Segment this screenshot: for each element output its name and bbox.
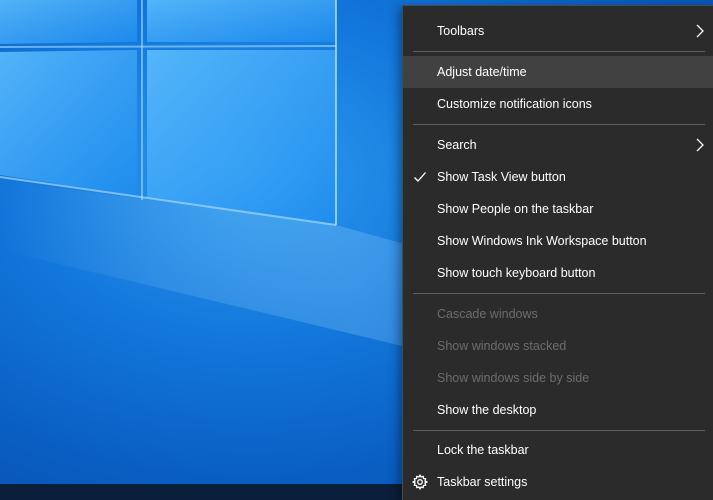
menu-separator	[413, 51, 705, 52]
menu-item-label: Search	[437, 138, 477, 152]
gear-icon	[412, 474, 428, 490]
menu-item-adjust-date-time[interactable]: Adjust date/time	[403, 56, 713, 88]
menu-item-show-windows-ink[interactable]: Show Windows Ink Workspace button	[403, 225, 713, 257]
menu-item-label: Show touch keyboard button	[437, 266, 596, 280]
menu-item-label: Customize notification icons	[437, 97, 592, 111]
menu-item-label: Adjust date/time	[437, 65, 527, 79]
menu-item-label: Cascade windows	[437, 307, 538, 321]
menu-separator	[413, 124, 705, 125]
menu-item-cascade-windows: Cascade windows	[403, 298, 713, 330]
checkmark-icon	[414, 172, 426, 182]
menu-item-show-windows-stacked: Show windows stacked	[403, 330, 713, 362]
menu-item-label: Show windows side by side	[437, 371, 590, 385]
taskbar-context-menu: Toolbars Adjust date/time Customize noti…	[402, 5, 713, 500]
menu-item-label: Show windows stacked	[437, 339, 567, 353]
menu-item-toolbars[interactable]: Toolbars	[403, 15, 713, 47]
menu-item-taskbar-settings[interactable]: Taskbar settings	[403, 466, 713, 498]
menu-item-label: Toolbars	[437, 24, 485, 38]
menu-item-show-the-desktop[interactable]: Show the desktop	[403, 394, 713, 426]
menu-item-customize-notification-icons[interactable]: Customize notification icons	[403, 88, 713, 120]
menu-item-show-windows-side-by-side: Show windows side by side	[403, 362, 713, 394]
menu-item-label: Taskbar settings	[437, 475, 528, 489]
chevron-right-icon	[696, 24, 704, 38]
menu-item-label: Show Windows Ink Workspace button	[437, 234, 647, 248]
menu-item-show-task-view-button[interactable]: Show Task View button	[403, 161, 713, 193]
menu-item-label: Show Task View button	[437, 170, 566, 184]
menu-item-show-people[interactable]: Show People on the taskbar	[403, 193, 713, 225]
menu-item-show-touch-keyboard[interactable]: Show touch keyboard button	[403, 257, 713, 289]
menu-item-lock-the-taskbar[interactable]: Lock the taskbar	[403, 434, 713, 466]
menu-item-label: Show the desktop	[437, 403, 537, 417]
menu-item-label: Lock the taskbar	[437, 443, 529, 457]
menu-separator	[413, 293, 705, 294]
menu-item-label: Show People on the taskbar	[437, 202, 594, 216]
menu-separator	[413, 430, 705, 431]
menu-item-search[interactable]: Search	[403, 129, 713, 161]
chevron-right-icon	[696, 138, 704, 152]
